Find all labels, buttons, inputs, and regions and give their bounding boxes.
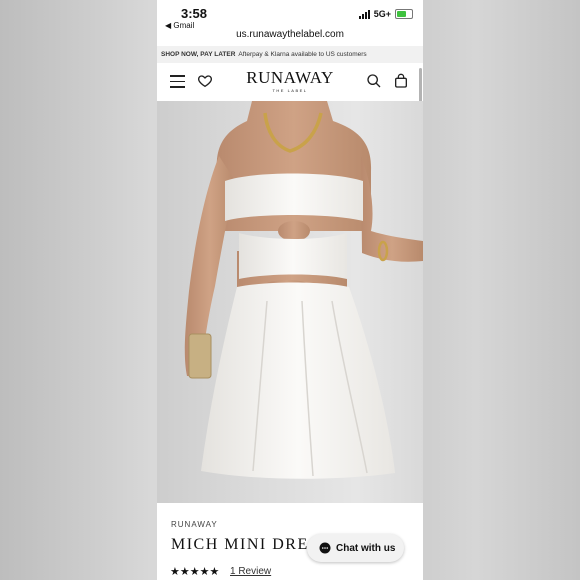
network-label: 5G+ bbox=[373, 9, 391, 19]
promo-bold-text: SHOP NOW, PAY LATER bbox=[161, 51, 236, 58]
product-brand: RUNAWAY bbox=[171, 520, 218, 529]
address-bar[interactable]: us.runawaythelabel.com bbox=[157, 29, 423, 40]
phone-screen: 3:58 ◀ Gmail 5G+ us.runawaythelabel.com … bbox=[157, 0, 423, 580]
product-title: MICH MINI DRES bbox=[171, 536, 320, 553]
shopping-bag-icon[interactable] bbox=[393, 73, 409, 89]
promo-text: Afterpay & Klarna available to US custom… bbox=[238, 51, 367, 58]
chat-with-us-button[interactable]: Chat with us bbox=[307, 534, 404, 562]
reviews-link[interactable]: 1 Review bbox=[230, 566, 271, 577]
chat-bubble-icon bbox=[319, 542, 331, 554]
battery-icon bbox=[395, 9, 413, 19]
logo-sub-text: THE LABEL bbox=[272, 88, 308, 93]
chat-button-label: Chat with us bbox=[336, 542, 396, 554]
status-time: 3:58 bbox=[181, 6, 208, 21]
logo-main-text: RUNAWAY bbox=[246, 68, 334, 87]
model-wearing-dress-image bbox=[184, 101, 423, 479]
promo-banner: SHOP NOW, PAY LATER Afterpay & Klarna av… bbox=[157, 46, 423, 63]
brand-logo[interactable]: RUNAWAY THE LABEL bbox=[157, 68, 423, 94]
search-icon[interactable] bbox=[366, 73, 382, 89]
signal-icon bbox=[358, 9, 370, 19]
status-icons: 5G+ bbox=[358, 9, 413, 19]
site-header: RUNAWAY THE LABEL bbox=[157, 63, 423, 101]
product-image[interactable] bbox=[157, 101, 423, 503]
star-rating-icon[interactable]: ★★★★★ bbox=[170, 565, 219, 578]
